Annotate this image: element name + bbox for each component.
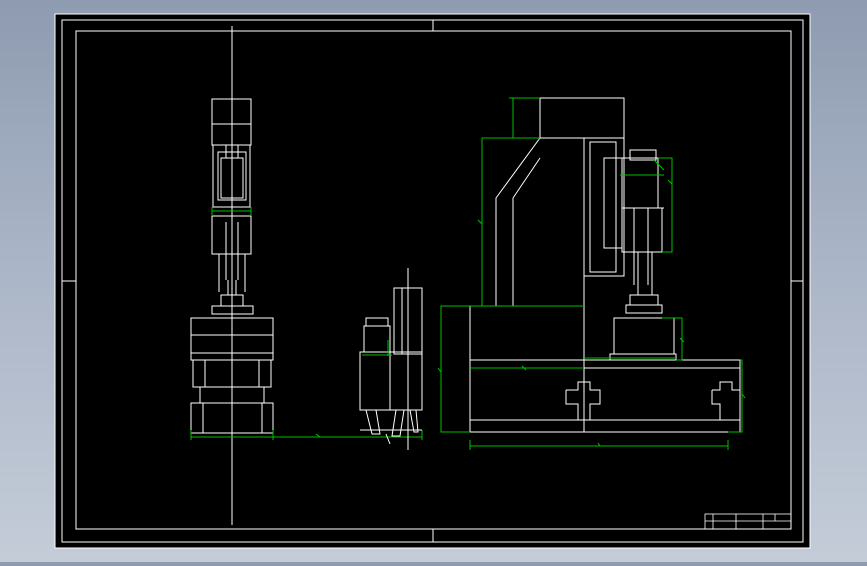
drawing-canvas[interactable] — [0, 0, 867, 562]
cad-viewport[interactable] — [0, 0, 867, 562]
model-space — [54, 13, 811, 549]
